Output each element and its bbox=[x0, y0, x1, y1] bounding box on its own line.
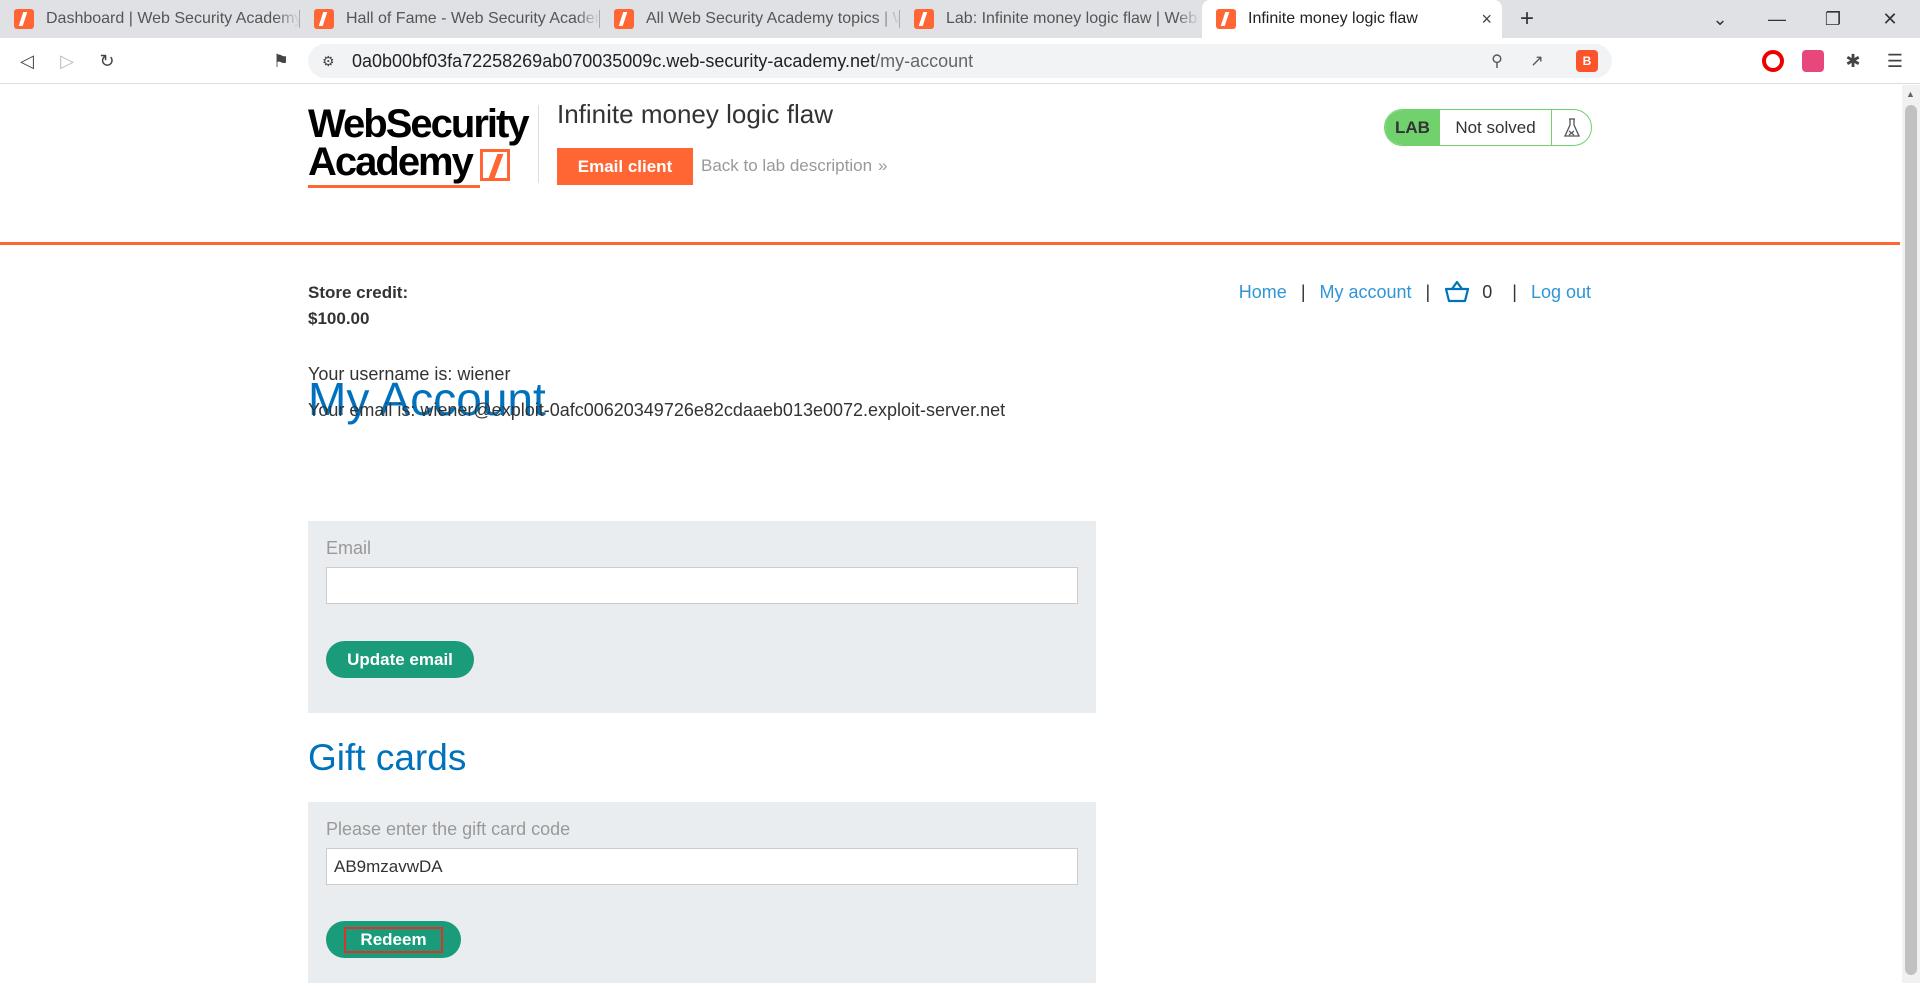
email-text: Your email is: wiener@exploit-0afc006203… bbox=[308, 400, 1006, 420]
browser-tab[interactable]: Lab: Infinite money logic flaw | Web bbox=[900, 0, 1200, 38]
email-input[interactable] bbox=[326, 567, 1078, 604]
page-scrollbar[interactable]: ▲ bbox=[1902, 85, 1920, 983]
lab-header: WebSecurity Academy Infinite money logic… bbox=[0, 85, 1900, 245]
nav-my-account-link[interactable]: My account bbox=[1320, 282, 1412, 303]
lab-title: Infinite money logic flaw bbox=[557, 99, 834, 129]
portswigger-favicon-icon bbox=[314, 9, 334, 29]
browser-tab[interactable]: All Web Security Academy topics | Web bbox=[600, 0, 900, 38]
nav-separator: | bbox=[1512, 281, 1517, 302]
gift-cards-heading: Gift cards bbox=[308, 737, 467, 778]
brave-shields-icon[interactable]: B bbox=[1576, 50, 1598, 72]
nav-home-link[interactable]: Home bbox=[1239, 282, 1287, 303]
tab-title: Hall of Fame - Web Security Academy bbox=[346, 10, 600, 27]
nav-logout-link[interactable]: Log out bbox=[1531, 282, 1591, 303]
back-icon[interactable]: ◁ bbox=[12, 46, 42, 76]
zoom-icon[interactable]: ⚲ bbox=[1486, 50, 1508, 72]
double-chevron-right-icon: » bbox=[878, 156, 888, 175]
browser-tab[interactable]: Dashboard | Web Security Academy bbox=[0, 0, 300, 38]
gift-card-code-input[interactable] bbox=[326, 848, 1078, 885]
browser-tab[interactable]: Hall of Fame - Web Security Academy bbox=[300, 0, 600, 38]
new-tab-button[interactable]: + bbox=[1507, 0, 1547, 38]
restore-icon[interactable]: ❐ bbox=[1813, 0, 1853, 38]
portswigger-favicon-icon bbox=[1216, 9, 1236, 29]
share-icon[interactable]: ↗ bbox=[1526, 50, 1548, 72]
close-window-icon[interactable]: ✕ bbox=[1870, 0, 1910, 38]
cart-link[interactable]: 0 bbox=[1444, 280, 1498, 304]
extensions-icon[interactable]: ✱ bbox=[1838, 46, 1868, 76]
browser-tab-strip: Dashboard | Web Security Academy Hall of… bbox=[0, 0, 1920, 38]
portswigger-favicon-icon bbox=[614, 9, 634, 29]
url-text[interactable]: 0a0b00bf03fa72258269ab070035009c.web-sec… bbox=[352, 51, 973, 72]
update-email-button[interactable]: Update email bbox=[326, 641, 474, 678]
browser-toolbar: ◁ ▷ ↻ ⚑ ⚙ 0a0b00bf03fa72258269ab07003500… bbox=[0, 38, 1920, 84]
portswigger-favicon-icon bbox=[914, 9, 934, 29]
address-bar[interactable]: ⚙ 0a0b00bf03fa72258269ab070035009c.web-s… bbox=[308, 44, 1612, 78]
gift-card-label: Please enter the gift card code bbox=[326, 819, 571, 839]
close-tab-icon[interactable]: × bbox=[1481, 9, 1492, 30]
flask-icon bbox=[1552, 110, 1591, 145]
translate-extension-icon[interactable] bbox=[1802, 50, 1824, 72]
store-credit-value: $100.00 bbox=[308, 309, 370, 328]
back-to-lab-description-link[interactable]: Back to lab description» bbox=[701, 156, 888, 176]
web-security-academy-logo[interactable]: WebSecurity Academy bbox=[308, 104, 538, 188]
tab-title: Infinite money logic flaw bbox=[1248, 10, 1418, 27]
nav-separator: | bbox=[1300, 281, 1306, 302]
tab-title: Dashboard | Web Security Academy bbox=[46, 10, 300, 27]
update-email-form: Email Update email bbox=[308, 521, 1096, 713]
store-credit-label: Store credit: bbox=[308, 283, 409, 302]
gift-card-form: Please enter the gift card code Redeem bbox=[308, 802, 1096, 983]
cart-count: 0 bbox=[1482, 281, 1493, 302]
lab-status-widget: LAB Not solved bbox=[1384, 109, 1592, 146]
lightning-bolt-icon bbox=[480, 149, 510, 181]
divider bbox=[538, 105, 539, 183]
redeem-button-label: Redeem bbox=[344, 926, 443, 953]
tab-search-icon[interactable]: ⌄ bbox=[1700, 0, 1740, 38]
store-credit: Store credit: $100.00 bbox=[308, 280, 408, 332]
browser-tab-active[interactable]: Infinite money logic flaw × bbox=[1202, 0, 1502, 38]
redeem-button[interactable]: Redeem bbox=[326, 921, 461, 958]
scrollbar-thumb[interactable] bbox=[1905, 105, 1917, 975]
cart-icon bbox=[1445, 280, 1470, 303]
reload-icon[interactable]: ↻ bbox=[92, 46, 122, 76]
minimize-icon[interactable]: — bbox=[1757, 0, 1797, 38]
scroll-up-icon[interactable]: ▲ bbox=[1906, 89, 1915, 99]
tab-title: Lab: Infinite money logic flaw | Web bbox=[946, 10, 1198, 27]
email-client-button[interactable]: Email client bbox=[557, 148, 693, 185]
menu-icon[interactable]: ☰ bbox=[1880, 46, 1910, 76]
bookmark-icon[interactable]: ⚑ bbox=[266, 46, 296, 76]
page-content: WebSecurity Academy Infinite money logic… bbox=[0, 85, 1920, 983]
opera-extension-icon[interactable] bbox=[1762, 50, 1784, 72]
email-label: Email bbox=[326, 538, 372, 558]
tab-title: All Web Security Academy topics | Web bbox=[646, 10, 900, 27]
lab-badge: LAB bbox=[1385, 110, 1440, 145]
forward-icon[interactable]: ▷ bbox=[52, 46, 82, 76]
top-nav: Home | My account | 0 | Log out bbox=[1239, 280, 1591, 304]
portswigger-favicon-icon bbox=[14, 9, 34, 29]
nav-separator: | bbox=[1425, 281, 1431, 302]
site-info-icon[interactable]: ⚙ bbox=[322, 53, 340, 70]
lab-status-text: Not solved bbox=[1440, 110, 1552, 145]
username-text: Your username is: wiener bbox=[308, 364, 511, 384]
